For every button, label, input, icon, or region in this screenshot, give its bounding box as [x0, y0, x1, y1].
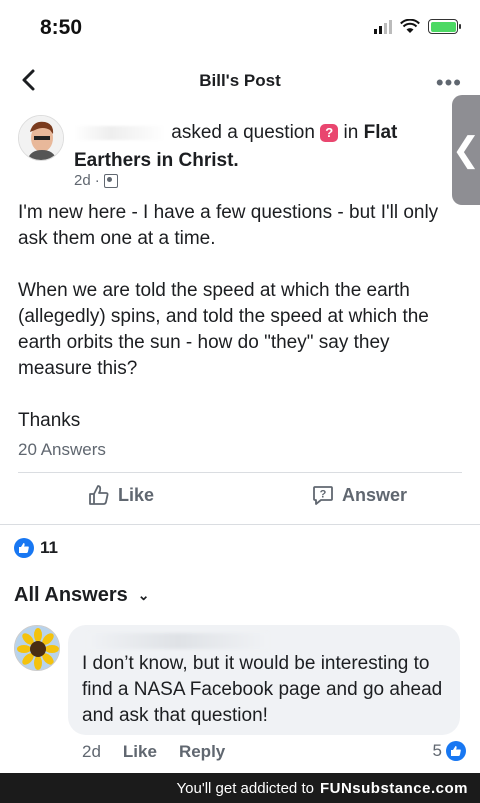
comment-meta: 2d Like Reply: [82, 742, 225, 762]
watermark-footer: You'll get addicted to FUNsubstance.com: [0, 773, 480, 803]
separator: ·: [94, 172, 100, 189]
avatar[interactable]: [18, 115, 64, 161]
divider: [0, 524, 480, 525]
answer-label: Answer: [342, 484, 408, 505]
page-title: Bill's Post: [199, 71, 281, 90]
group-privacy-icon: [103, 173, 118, 188]
battery-icon: [428, 19, 461, 34]
thumbs-up-icon: [89, 485, 109, 505]
nav-bar: Bill's Post •••: [0, 58, 480, 104]
comment-time: 2d: [82, 742, 101, 761]
avatar-image: [19, 116, 63, 160]
post-header-text: asked a question ? in Flat Earthers in C…: [74, 119, 444, 175]
like-reaction-icon: [14, 538, 34, 558]
answer-count[interactable]: 20 Answers: [18, 440, 106, 460]
like-button[interactable]: Like: [88, 484, 154, 506]
comment-like-count-value: 5: [432, 741, 442, 760]
post-header: asked a question ? in Flat Earthers in C…: [18, 115, 448, 195]
answer-button[interactable]: ? Answer: [312, 484, 407, 506]
author-name-redacted[interactable]: [74, 125, 166, 140]
comment-text: I don’t know, but it would be interestin…: [82, 653, 443, 726]
all-answers-label: All Answers: [14, 584, 128, 606]
status-icons: [374, 19, 461, 34]
like-reaction-icon: [446, 741, 466, 761]
answer-icon-glyph: ?: [320, 489, 327, 501]
comment-reply-button[interactable]: Reply: [179, 742, 225, 762]
post-meta: 2d ·: [74, 172, 118, 189]
action-text: asked a question: [171, 122, 315, 143]
answer-bubble-icon: ?: [313, 486, 333, 505]
chevron-down-icon: ⌄: [137, 587, 150, 603]
comment-bubble: I don’t know, but it would be interestin…: [68, 625, 460, 735]
question-icon: ?: [320, 123, 339, 142]
all-answers-filter[interactable]: All Answers ⌄: [14, 584, 149, 607]
side-panel-handle[interactable]: ❮: [452, 95, 480, 205]
divider: [18, 472, 462, 473]
footer-prefix: You'll get addicted to: [176, 779, 314, 797]
commenter-name-redacted[interactable]: [88, 633, 268, 649]
comment-like-button[interactable]: Like: [123, 742, 157, 762]
post-body: I'm new here - I have a few questions - …: [18, 200, 468, 460]
reaction-count: 11: [40, 538, 58, 557]
in-text: in: [343, 122, 359, 143]
status-bar: 8:50: [0, 0, 480, 58]
post-paragraph: Thanks: [18, 410, 81, 431]
comment-like-count[interactable]: 5: [433, 741, 466, 761]
post-paragraph: I'm new here - I have a few questions - …: [18, 202, 439, 249]
reaction-summary[interactable]: 11: [14, 538, 58, 558]
post-time[interactable]: 2d: [74, 172, 91, 189]
wifi-icon: [400, 19, 420, 33]
action-row: Like ? Answer: [0, 484, 480, 518]
footer-brand: FUNsubstance.com: [319, 779, 468, 797]
status-time: 8:50: [40, 16, 83, 39]
sunflower-avatar-image: [15, 626, 59, 670]
signal-icon: [374, 19, 392, 34]
chevron-left-icon: ❮: [451, 131, 480, 169]
post-paragraph: When we are told the speed at which the …: [18, 280, 429, 379]
more-dots-icon[interactable]: •••: [436, 70, 462, 96]
like-label: Like: [118, 484, 155, 505]
commenter-avatar[interactable]: [14, 625, 60, 671]
